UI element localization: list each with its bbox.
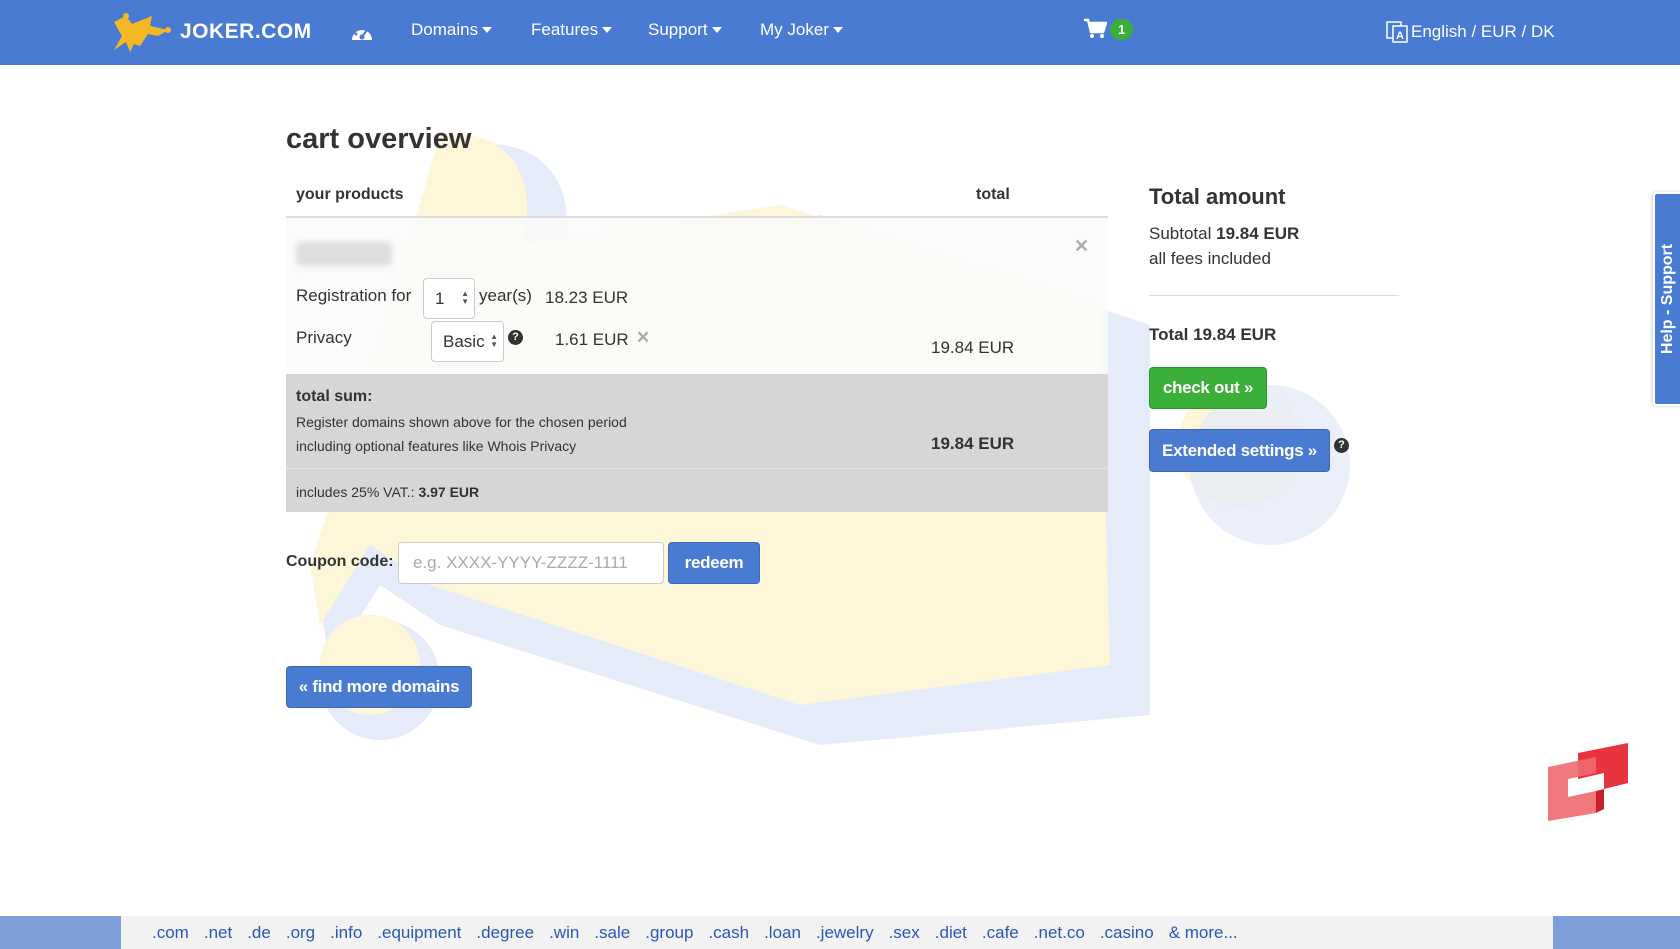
- domain-name-blurred: [296, 242, 392, 266]
- chevron-down-icon: [711, 27, 722, 33]
- find-more-domains-button[interactable]: « find more domains: [286, 666, 472, 708]
- nav-my-joker[interactable]: My Joker: [760, 20, 843, 40]
- cart-table: your products total ✕ Registration for 1…: [286, 172, 1108, 512]
- column-header-products: your products: [296, 186, 404, 203]
- vat-amount: 3.97 EUR: [418, 484, 480, 500]
- help-support-tab[interactable]: Help - Support: [1653, 192, 1680, 406]
- tld-link[interactable]: .sale: [594, 923, 630, 943]
- redeem-button[interactable]: redeem: [668, 542, 760, 584]
- brand-logo[interactable]: JOKER.COM: [112, 8, 312, 56]
- registration-years-select[interactable]: 1 ▲ ▼: [423, 278, 475, 319]
- tld-link[interactable]: .net: [204, 923, 232, 943]
- chevron-down-icon: [832, 27, 843, 33]
- subtotal-value: 19.84 EUR: [1216, 224, 1300, 243]
- shopping-cart-icon: [1084, 18, 1107, 38]
- tld-link[interactable]: & more...: [1169, 923, 1238, 943]
- tld-link[interactable]: .jewelry: [816, 923, 874, 943]
- subtotal-line: Subtotal 19.84 EUR: [1149, 224, 1300, 243]
- tld-list: .com .net .de .org .info .equipment .degree .wi…: [121, 916, 1553, 949]
- checkout-button[interactable]: check out »: [1149, 367, 1267, 409]
- fees-note: all fees included: [1149, 249, 1271, 268]
- brand-name: JOKER.COM: [180, 20, 312, 43]
- tld-link[interactable]: .win: [549, 923, 579, 943]
- cart-table-header: your products total: [286, 172, 1108, 218]
- cart-link[interactable]: 1: [1083, 18, 1134, 40]
- registration-price: 18.23 EUR: [545, 288, 629, 307]
- coupon-input[interactable]: [398, 542, 664, 584]
- vat-text: includes 25% VAT.: 3.97 EUR: [296, 484, 480, 500]
- total-sum-value: 19.84 EUR: [931, 434, 1015, 453]
- svg-text:A: A: [1396, 30, 1404, 42]
- jester-logo-icon: [114, 13, 171, 52]
- tld-link[interactable]: .equipment: [377, 923, 461, 943]
- privacy-level-select[interactable]: Basic ▲ ▼: [431, 321, 504, 362]
- remove-privacy-icon[interactable]: ✕: [636, 328, 650, 348]
- column-header-total: total: [976, 186, 1010, 203]
- nav-features[interactable]: Features: [531, 20, 613, 40]
- tld-link[interactable]: .sex: [889, 923, 920, 943]
- chevron-down-icon: [602, 27, 613, 33]
- tld-link[interactable]: .info: [330, 923, 362, 943]
- cart-count-badge: 1: [1110, 18, 1134, 40]
- tld-link[interactable]: .org: [286, 923, 315, 943]
- tld-link[interactable]: .cafe: [982, 923, 1019, 943]
- language-currency-selector[interactable]: A English / EUR / DK: [1385, 20, 1555, 44]
- privacy-price: 1.61 EUR: [555, 330, 629, 349]
- translate-icon: A: [1386, 21, 1408, 43]
- page-title: cart overview: [286, 123, 472, 155]
- nav-domains[interactable]: Domains: [411, 20, 493, 40]
- tld-link[interactable]: .net.co: [1034, 923, 1085, 943]
- summary-divider: [1149, 295, 1399, 296]
- remove-product-icon[interactable]: ✕: [1074, 236, 1089, 257]
- tld-link[interactable]: .casino: [1100, 923, 1154, 943]
- tld-link[interactable]: .degree: [476, 923, 534, 943]
- top-navbar: JOKER.COM Domains Features Support My Jo…: [0, 0, 1680, 65]
- vat-row: includes 25% VAT.: 3.97 EUR: [286, 468, 1108, 512]
- dashboard-gauge-icon[interactable]: [350, 22, 374, 42]
- extended-settings-help-icon[interactable]: ?: [1334, 438, 1349, 453]
- coupon-label: Coupon code:: [286, 553, 394, 570]
- privacy-label: Privacy: [296, 328, 352, 347]
- total-value: 19.84 EUR: [1193, 325, 1277, 344]
- chevron-down-icon: [482, 27, 493, 33]
- tld-link[interactable]: .cash: [708, 923, 749, 943]
- total-sum-description-1: Register domains shown above for the cho…: [296, 414, 627, 430]
- security-badge-icon[interactable]: [1548, 743, 1628, 821]
- registration-label: Registration for: [296, 286, 412, 305]
- tld-link[interactable]: .diet: [935, 923, 967, 943]
- tld-link[interactable]: .loan: [764, 923, 801, 943]
- total-line: Total 19.84 EUR: [1149, 325, 1277, 344]
- privacy-help-icon[interactable]: ?: [508, 330, 523, 345]
- extended-settings-button[interactable]: Extended settings »: [1149, 429, 1330, 472]
- total-sum-row: total sum: Register domains shown above …: [286, 374, 1108, 468]
- total-sum-description-2: including optional features like Whois P…: [296, 438, 577, 454]
- total-amount-title: Total amount: [1149, 184, 1286, 209]
- tld-link[interactable]: .com: [152, 923, 189, 943]
- product-row-total: 19.84 EUR: [931, 338, 1015, 357]
- years-label: year(s): [479, 286, 532, 305]
- tld-link[interactable]: .de: [247, 923, 271, 943]
- total-sum-title: total sum:: [296, 388, 373, 405]
- tld-footer-bar: .com .net .de .org .info .equipment .degree .wi…: [0, 916, 1680, 949]
- stepper-arrows-icon: ▲ ▼: [490, 332, 498, 349]
- nav-support[interactable]: Support: [648, 20, 722, 40]
- tld-link[interactable]: .group: [645, 923, 693, 943]
- cart-product-row: ✕ Registration for 1 ▲ ▼ year(s) 18.23 EU…: [286, 218, 1108, 374]
- stepper-arrows-icon: ▲ ▼: [461, 289, 469, 306]
